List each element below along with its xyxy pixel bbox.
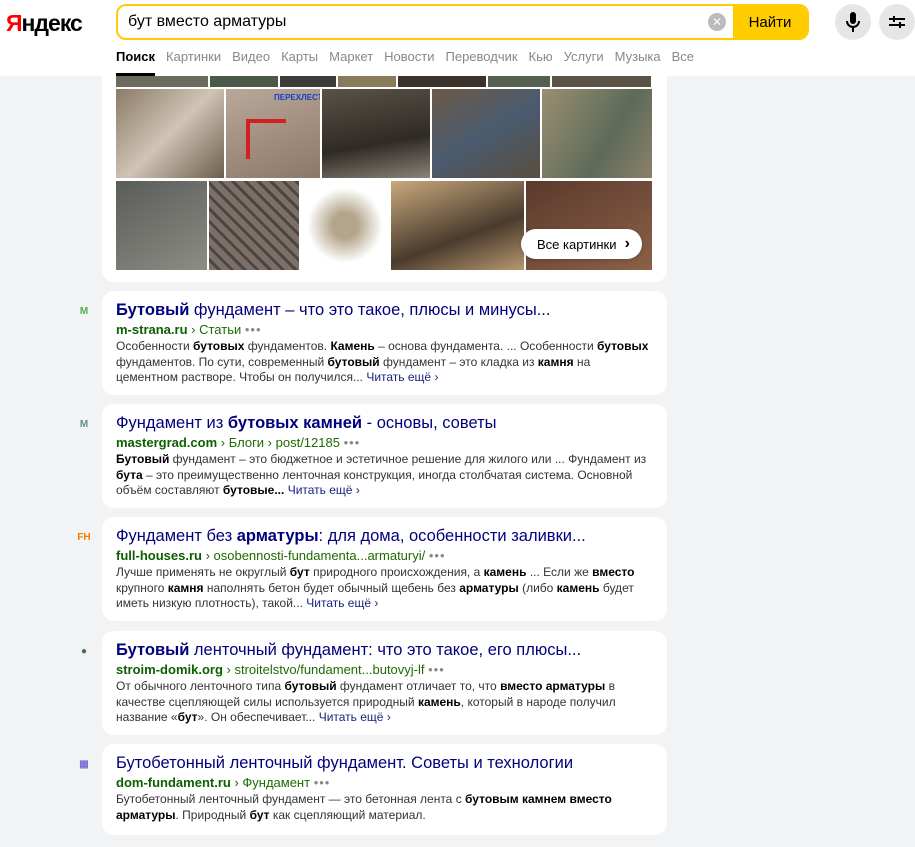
tab-services[interactable]: Услуги [564,49,604,64]
result-url[interactable]: dom-fundament.ru › Фундамент ••• [116,774,653,791]
site-favicon-icon: ● [80,646,88,657]
read-more-link[interactable]: Читать ещё › [288,483,360,497]
site-favicon-icon: FH [77,532,91,543]
result-domain[interactable]: mastergrad.com [116,435,217,450]
result-path[interactable]: stroitelstvo/fundament...butovyj-lf [234,662,424,677]
result-path[interactable]: Фундамент [242,775,310,790]
search-tabs: Поиск Картинки Видео Карты Маркет Новост… [116,49,694,76]
header: Яндекс ✕ Найти Поиск Картинки Видео Карт… [0,0,915,76]
image-thumbnail[interactable] [488,75,550,87]
search-result: Бутовый фундамент – что это такое, плюсы… [102,291,667,395]
find-button[interactable]: Найти [733,6,807,38]
result-domain[interactable]: dom-fundament.ru [116,775,231,790]
result-snippet: Бутобетонный ленточный фундамент — это б… [116,792,612,822]
image-thumbnail[interactable] [391,181,524,270]
result-snippet: Бутовый фундамент – это бюджетное и эсте… [116,452,647,497]
result-domain[interactable]: m-strana.ru [116,322,188,337]
yandex-logo[interactable]: Яндекс [6,10,83,37]
result-path[interactable]: Блоги › post/12185 [229,435,340,450]
image-thumbnail[interactable] [301,181,389,270]
chevron-right-icon: › [624,235,630,252]
result-url[interactable]: full-houses.ru › osobennosti-fundamenta.… [116,547,653,564]
result-title-link[interactable]: Фундамент без арматуры: для дома, особен… [116,525,653,547]
more-options-icon[interactable]: ••• [245,322,262,337]
tab-images[interactable]: Картинки [166,49,221,64]
search-result: Фундамент без арматуры: для дома, особен… [102,517,667,621]
read-more-link[interactable]: Читать ещё › [306,596,378,610]
result-domain[interactable]: stroim-domik.org [116,662,223,677]
image-thumbnail[interactable] [542,89,652,178]
result-title-link[interactable]: Бутовый фундамент – что это такое, плюсы… [116,299,653,321]
image-thumbnail[interactable] [338,75,396,87]
image-thumbnail[interactable]: ПЕРЕХЛЕСТ [226,89,320,178]
tab-news[interactable]: Новости [384,49,434,64]
tab-music[interactable]: Музыка [615,49,661,64]
more-options-icon[interactable]: ••• [314,775,331,790]
result-snippet: Лучше применять не округлый бут природно… [116,565,635,610]
microphone-icon [846,12,860,32]
tab-video[interactable]: Видео [232,49,270,64]
result-title-link[interactable]: Бутовый ленточный фундамент: что это так… [116,639,653,661]
result-path[interactable]: Статьи [199,322,241,337]
site-favicon-icon: M [79,419,89,430]
settings-button[interactable] [879,4,915,40]
all-images-button[interactable]: Все картинки › [521,229,642,259]
result-url[interactable]: mastergrad.com › Блоги › post/12185 ••• [116,434,653,451]
search-input[interactable] [128,6,698,38]
image-thumbnail[interactable] [210,75,278,87]
result-snippet: От обычного ленточного типа бутовый фунд… [116,679,616,724]
tab-translator[interactable]: Переводчик [446,49,518,64]
image-thumbnail[interactable] [322,89,430,178]
result-title-link[interactable]: Фундамент из бутовых камней - основы, со… [116,412,653,434]
more-options-icon[interactable]: ••• [428,662,445,677]
tab-maps[interactable]: Карты [281,49,318,64]
result-path[interactable]: osobennosti-fundamenta...armaturyi/ [214,548,426,563]
image-thumbnail[interactable] [209,181,299,270]
image-thumbnail[interactable] [116,89,224,178]
site-favicon-icon: ▦ [79,759,89,770]
read-more-link[interactable]: Читать ещё › [366,370,438,384]
result-domain[interactable]: full-houses.ru [116,548,202,563]
search-result: Бутобетонный ленточный фундамент. Советы… [102,744,667,835]
result-snippet: Особенности бутовых фундаментов. Камень … [116,339,649,384]
filter-settings-icon [889,16,905,28]
image-thumbnail[interactable] [116,181,207,270]
clear-icon[interactable]: ✕ [708,13,726,31]
result-url[interactable]: m-strana.ru › Статьи ••• [116,321,653,338]
site-favicon-icon: М [79,306,89,317]
image-thumbnail[interactable] [116,75,208,87]
image-thumbnail[interactable] [280,75,336,87]
tab-search[interactable]: Поиск [116,49,156,76]
search-result: Бутовый ленточный фундамент: что это так… [102,631,667,735]
tab-q[interactable]: Кью [529,49,553,64]
tab-all[interactable]: Все [672,49,694,64]
more-options-icon[interactable]: ••• [344,435,361,450]
image-thumbnail[interactable] [552,75,651,87]
read-more-link[interactable]: Читать ещё › [319,710,391,724]
image-thumbnail[interactable] [398,75,486,87]
search-box: ✕ Найти [116,4,809,40]
tab-market[interactable]: Маркет [329,49,373,64]
more-options-icon[interactable]: ••• [429,548,446,563]
microphone-button[interactable] [835,4,871,40]
result-title-link[interactable]: Бутобетонный ленточный фундамент. Советы… [116,752,653,774]
result-url[interactable]: stroim-domik.org › stroitelstvo/fundamen… [116,661,653,678]
image-thumbnail[interactable] [432,89,540,178]
search-result: Фундамент из бутовых камней - основы, со… [102,404,667,508]
